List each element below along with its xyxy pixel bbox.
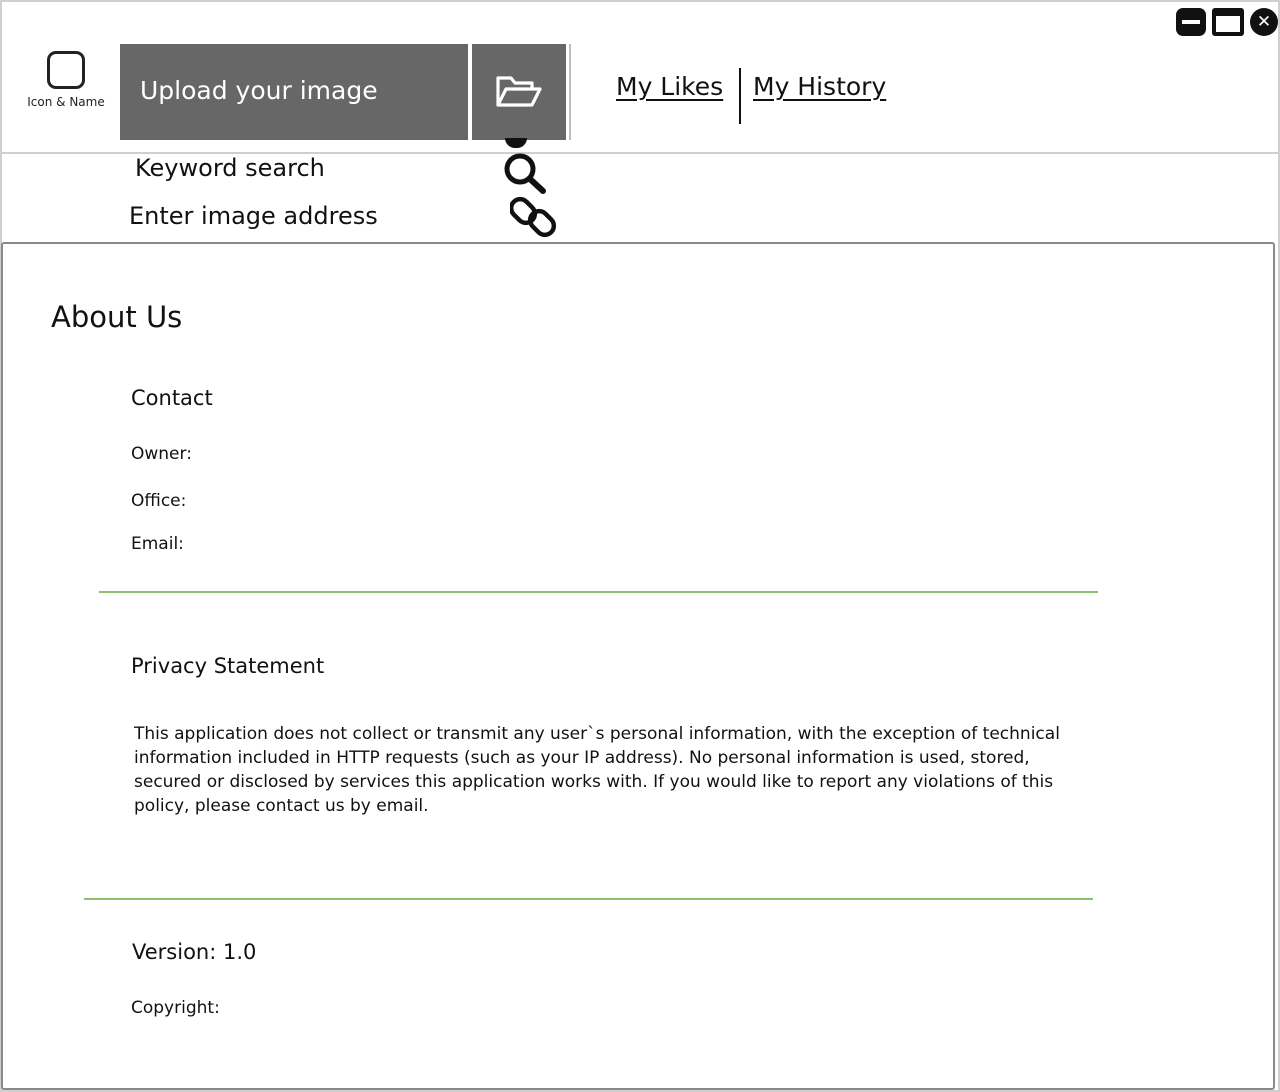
nav-separator [739, 68, 741, 124]
section-divider [84, 898, 1093, 900]
version-label: Version: 1.0 [132, 940, 257, 964]
owner-label: Owner: [131, 444, 192, 464]
page-title: About Us [51, 300, 183, 334]
app-logo-label: Icon & Name [27, 95, 105, 109]
email-label: Email: [131, 534, 184, 554]
upload-image-field[interactable]: Upload your image [120, 44, 468, 140]
chain-link-icon[interactable] [510, 194, 560, 240]
contact-heading: Contact [131, 386, 213, 410]
app-logo-icon [47, 51, 85, 89]
keyword-search-field[interactable]: Keyword search [135, 154, 325, 182]
copyright-label: Copyright: [131, 998, 220, 1018]
upload-divider [569, 44, 571, 140]
folder-open-icon [496, 76, 542, 107]
privacy-statement-text: This application does not collect or tra… [134, 724, 1060, 816]
magnifier-icon[interactable] [500, 150, 550, 195]
my-likes-link[interactable]: My Likes [616, 72, 723, 101]
office-label: Office: [131, 491, 187, 511]
my-history-link[interactable]: My History [753, 72, 886, 101]
header-bar: Icon & Name Upload your image My Likes M… [2, 2, 1278, 154]
privacy-heading: Privacy Statement [131, 654, 325, 678]
section-divider [99, 591, 1098, 593]
image-address-field[interactable]: Enter image address [129, 202, 378, 230]
browse-folder-button[interactable] [472, 44, 566, 140]
